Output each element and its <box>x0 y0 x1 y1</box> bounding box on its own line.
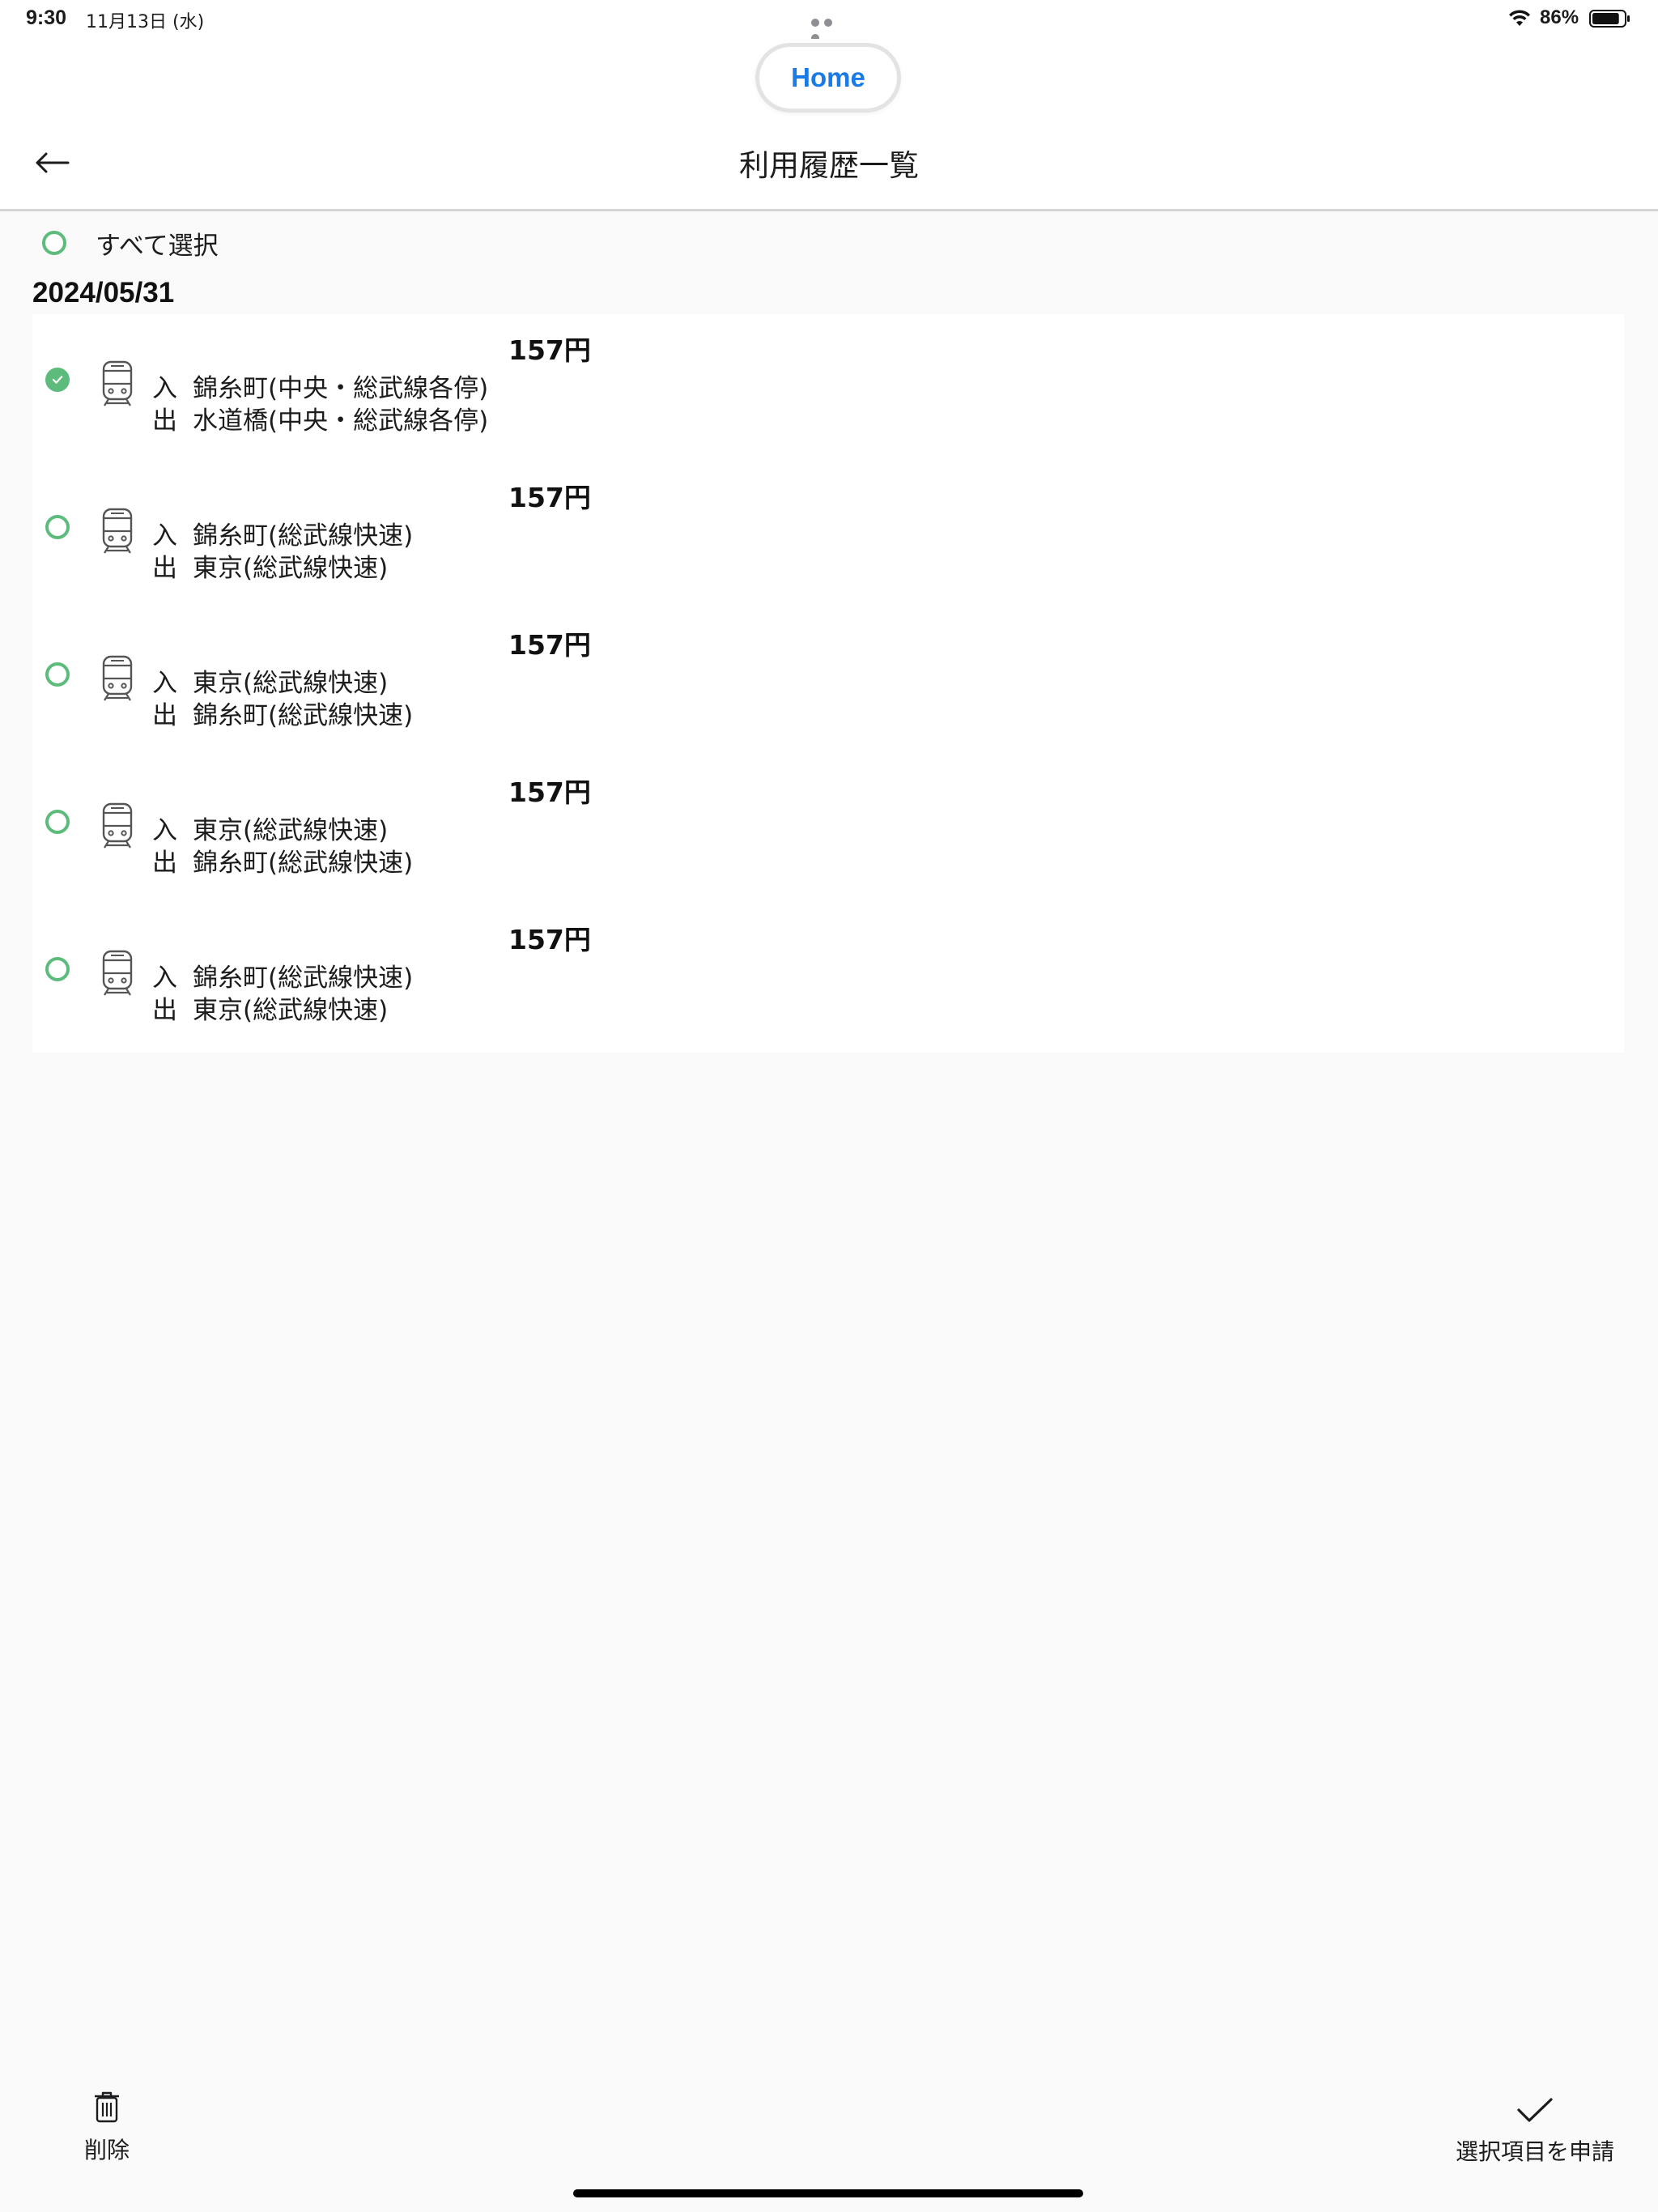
fare-amount: 157円 <box>508 924 591 955</box>
fare-amount: 157円 <box>508 629 591 661</box>
entry-tag: 入 <box>152 963 177 993</box>
entry-tag: 入 <box>152 521 177 551</box>
row-select-radio[interactable] <box>45 662 70 687</box>
exit-tag: 出 <box>152 701 177 730</box>
fare-amount: 157円 <box>508 776 591 808</box>
page-title: 利用履歴一覧 <box>739 148 919 183</box>
row-select-radio[interactable] <box>45 368 70 392</box>
delete-label: 削除 <box>83 2137 130 2163</box>
row-select-radio[interactable] <box>45 515 70 539</box>
entry-station-line: 入錦糸町(総武線快速) <box>152 957 413 993</box>
entry-station: 錦糸町(総武線快速) <box>193 521 414 551</box>
history-row[interactable]: 157円入錦糸町(総武線快速) 出東京(総武線快速) <box>32 904 1624 1051</box>
entry-station-line: 入錦糸町(総武線快速) <box>152 515 413 551</box>
entry-tag: 入 <box>152 669 177 698</box>
date-group-header: 2024/05/31 <box>32 277 175 308</box>
entry-station-line: 入東京(総武線快速) <box>152 662 388 699</box>
history-row[interactable]: 157円入東京(総武線快速) 出錦糸町(総武線快速) <box>32 756 1624 904</box>
fare-amount: 157円 <box>508 334 591 366</box>
row-select-radio[interactable] <box>45 810 70 834</box>
entry-station: 東京(総武線快速) <box>193 816 389 845</box>
exit-station: 東京(総武線快速) <box>193 996 389 1025</box>
exit-tag: 出 <box>152 849 177 878</box>
history-row[interactable]: 157円入錦糸町(総武線快速) 出東京(総武線快速) <box>32 462 1624 609</box>
exit-station: 錦糸町(総武線快速) <box>193 701 414 730</box>
train-icon <box>100 359 134 408</box>
exit-station-line: 出錦糸町(総武線快速) <box>152 842 413 878</box>
entry-tag: 入 <box>152 374 177 403</box>
entry-station-line: 入錦糸町(中央・総武線各停) <box>152 368 488 404</box>
exit-station-line: 出錦糸町(総武線快速) <box>152 695 413 731</box>
checkmark-icon <box>1517 2098 1553 2122</box>
select-all-label: すべて選択 <box>96 231 219 261</box>
apply-selected-button[interactable]: 選択項目を申請 <box>1454 2097 1616 2167</box>
entry-station: 錦糸町(総武線快速) <box>193 963 414 993</box>
history-row[interactable]: 157円入東京(総武線快速) 出錦糸町(総武線快速) <box>32 609 1624 756</box>
exit-station-line: 出東京(総武線快速) <box>152 989 388 1026</box>
exit-tag: 出 <box>152 996 177 1025</box>
exit-tag: 出 <box>152 406 177 436</box>
trash-icon <box>95 2091 119 2123</box>
select-all-toggle[interactable]: すべて選択 <box>42 225 219 261</box>
navigation-header: Home 利用履歴一覧 <box>0 39 1658 211</box>
train-icon <box>100 507 134 555</box>
fare-amount: 157円 <box>508 482 591 513</box>
apply-selected-label: 選択項目を申請 <box>1455 2138 1614 2165</box>
exit-tag: 出 <box>152 554 177 583</box>
status-time: 9:30 <box>26 6 67 29</box>
train-icon <box>100 949 134 998</box>
history-row[interactable]: 157円入錦糸町(中央・総武線各停) 出水道橋(中央・総武線各停) <box>32 314 1624 462</box>
train-icon <box>100 654 134 703</box>
exit-station: 錦糸町(総武線快速) <box>193 849 414 878</box>
delete-button[interactable]: 削除 <box>74 2091 139 2165</box>
train-icon <box>100 802 134 850</box>
battery-percent: 86% <box>1540 6 1579 28</box>
status-date: 11月13日 (水) <box>86 12 205 32</box>
history-list: 157円入錦糸町(中央・総武線各停) 出水道橋(中央・総武線各停) 157円入錦糸町… <box>32 314 1624 1053</box>
battery-icon <box>1589 10 1630 28</box>
entry-station: 錦糸町(中央・総武線各停) <box>193 374 489 403</box>
home-indicator[interactable] <box>573 2189 1083 2197</box>
status-bar: 9:30 11月13日 (水) 86% <box>0 0 1658 42</box>
entry-tag: 入 <box>152 816 177 845</box>
entry-station: 東京(総武線快速) <box>193 669 389 698</box>
exit-station: 東京(総武線快速) <box>193 554 389 583</box>
exit-station-line: 出東京(総武線快速) <box>152 547 388 584</box>
entry-station-line: 入東京(総武線快速) <box>152 810 388 846</box>
row-select-radio[interactable] <box>45 957 70 981</box>
multitasking-dots-icon[interactable] <box>811 15 847 42</box>
select-all-radio[interactable] <box>42 231 66 255</box>
wifi-icon <box>1509 10 1530 26</box>
home-button[interactable]: Home <box>759 47 897 108</box>
exit-station-line: 出水道橋(中央・総武線各停) <box>152 400 488 436</box>
exit-station: 水道橋(中央・総武線各停) <box>193 406 489 436</box>
